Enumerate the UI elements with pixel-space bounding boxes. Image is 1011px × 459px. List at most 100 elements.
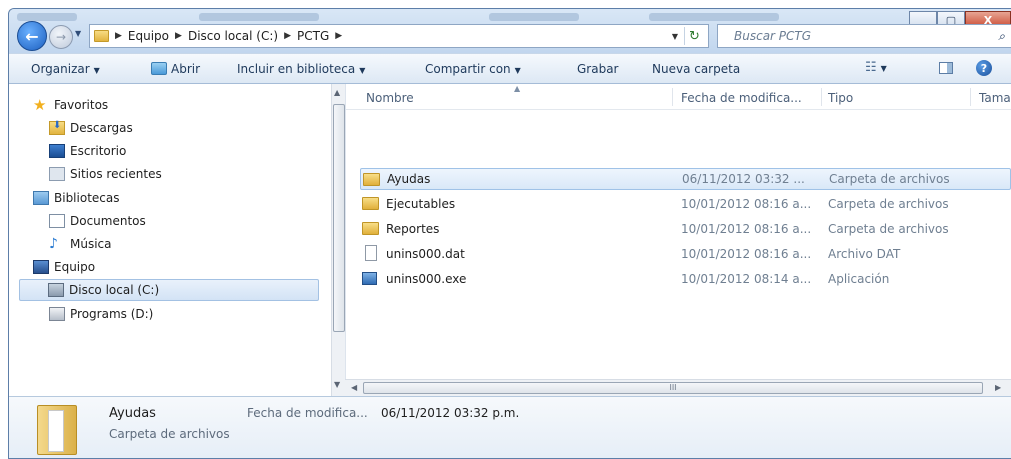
- preview-pane-button[interactable]: [939, 62, 953, 77]
- open-label: Abrir: [171, 62, 201, 76]
- application-icon: [362, 272, 377, 285]
- downloads-icon: [49, 120, 65, 135]
- share-with-button[interactable]: Compartir con ▼: [425, 62, 521, 76]
- folder-icon: [362, 222, 379, 235]
- chevron-right-icon[interactable]: ▶: [115, 31, 122, 41]
- nav-scroll-thumb[interactable]: [333, 104, 345, 332]
- sort-ascending-icon: ▲: [514, 84, 521, 93]
- nav-music[interactable]: ♪ Música: [49, 233, 112, 255]
- search-icon[interactable]: ⌕: [998, 29, 1005, 44]
- breadcrumb-pctg[interactable]: PCTG: [297, 29, 329, 43]
- chevron-right-icon[interactable]: ▶: [335, 31, 342, 41]
- navigation-pane: ★ Favoritos Descargas Escritorio Sitios r…: [9, 84, 331, 396]
- column-headers: ▲ Nombre Fecha de modifica... Tipo Tamañ: [346, 84, 1011, 110]
- column-divider[interactable]: [970, 88, 971, 106]
- details-pane: Ayudas Carpeta de archivos Fecha de modi…: [9, 396, 1011, 458]
- scroll-down-icon[interactable]: ▼: [334, 380, 340, 389]
- details-type: Carpeta de archivos: [109, 427, 230, 441]
- preview-pane-icon: [939, 62, 953, 74]
- nav-desktop[interactable]: Escritorio: [49, 140, 126, 162]
- views-icon: ☷: [865, 60, 877, 75]
- chevron-down-icon: ▼: [514, 66, 521, 75]
- file-date: 10/01/2012 08:16 a...: [681, 222, 812, 236]
- burn-button[interactable]: Grabar: [577, 62, 619, 76]
- computer-icon: [33, 260, 49, 274]
- nav-label: Documentos: [70, 214, 146, 228]
- nav-pane-scrollbar[interactable]: ▲ ▼: [331, 84, 345, 396]
- nav-downloads[interactable]: Descargas: [49, 117, 133, 139]
- explorer-window: ▁ ▢ X ← → ▼ ▶ Equipo ▶ Disco local (C:) …: [8, 8, 1011, 459]
- nav-label: Disco local (C:): [69, 283, 160, 297]
- include-library-button[interactable]: Incluir en biblioteca ▼: [237, 62, 365, 76]
- history-dropdown[interactable]: ▼: [75, 29, 81, 38]
- chevron-right-icon[interactable]: ▶: [284, 31, 291, 41]
- nav-label: Sitios recientes: [70, 167, 162, 181]
- folder-icon: [37, 405, 77, 455]
- views-button[interactable]: ☷ ▼: [865, 60, 887, 75]
- nav-label: Bibliotecas: [54, 191, 120, 205]
- nav-label: Programs (D:): [70, 307, 154, 321]
- file-type: Carpeta de archivos: [828, 222, 949, 236]
- search-input[interactable]: Buscar PCTG ⌕: [717, 24, 1011, 48]
- chevron-right-icon[interactable]: ▶: [175, 31, 182, 41]
- column-size[interactable]: Tamañ: [979, 91, 1011, 105]
- folder-icon: [363, 173, 380, 186]
- details-name: Ayudas: [109, 406, 156, 421]
- file-row[interactable]: unins000.dat 10/01/2012 08:16 a... Archivo…: [360, 243, 1011, 265]
- file-name: Reportes: [386, 222, 440, 236]
- nav-label: Equipo: [54, 260, 96, 274]
- help-button[interactable]: ?: [976, 60, 992, 76]
- file-type: Aplicación: [828, 272, 890, 286]
- new-folder-button[interactable]: Nueva carpeta: [652, 62, 740, 76]
- address-dropdown-icon[interactable]: ▼: [672, 32, 678, 41]
- column-date[interactable]: Fecha de modifica...: [681, 91, 802, 105]
- include-library-label: Incluir en biblioteca: [237, 62, 356, 76]
- back-button[interactable]: ←: [17, 21, 47, 51]
- refresh-icon[interactable]: ↻: [684, 27, 704, 45]
- column-divider[interactable]: [821, 88, 822, 106]
- file-type: Archivo DAT: [828, 247, 901, 261]
- column-name[interactable]: Nombre: [366, 91, 414, 105]
- file-row[interactable]: Reportes 10/01/2012 08:16 a... Carpeta de …: [360, 218, 1011, 240]
- horizontal-scrollbar[interactable]: ◀ III ▶: [345, 379, 1011, 396]
- drive-icon: [49, 307, 65, 321]
- scroll-left-icon[interactable]: ◀: [351, 383, 357, 392]
- file-row[interactable]: unins000.exe 10/01/2012 08:14 a... Aplicac…: [360, 268, 1011, 290]
- documents-icon: [49, 214, 65, 228]
- scroll-up-icon[interactable]: ▲: [334, 88, 340, 97]
- share-with-label: Compartir con: [425, 62, 511, 76]
- folder-icon: [362, 197, 379, 210]
- organize-label: Organizar: [31, 62, 90, 76]
- column-type[interactable]: Tipo: [828, 91, 853, 105]
- file-row[interactable]: Ayudas 06/11/2012 03:32 ... Carpeta de arc…: [360, 168, 1011, 190]
- recent-places-icon: [49, 167, 65, 181]
- open-button[interactable]: Abrir: [151, 62, 200, 76]
- file-name: unins000.exe: [386, 272, 467, 286]
- arrow-left-icon: ←: [25, 26, 39, 46]
- nav-local-disk[interactable]: Disco local (C:): [19, 279, 319, 301]
- breadcrumb-equipo[interactable]: Equipo: [128, 29, 169, 43]
- nav-favorites[interactable]: ★ Favoritos: [33, 94, 108, 116]
- nav-label: Música: [70, 237, 112, 251]
- scroll-right-icon[interactable]: ▶: [995, 383, 1001, 392]
- horizontal-scroll-thumb[interactable]: III: [363, 382, 983, 394]
- nav-programs-drive[interactable]: Programs (D:): [49, 303, 153, 325]
- forward-button[interactable]: →: [49, 25, 73, 49]
- breadcrumb-local-disk[interactable]: Disco local (C:): [188, 29, 278, 43]
- column-divider[interactable]: [672, 88, 673, 106]
- file-date: 10/01/2012 08:16 a...: [681, 197, 812, 211]
- file-row[interactable]: Ejecutables 10/01/2012 08:16 a... Carpeta …: [360, 193, 1011, 215]
- address-bar[interactable]: ▶ Equipo ▶ Disco local (C:) ▶ PCTG ▶ ▼ ↻: [89, 24, 709, 48]
- nav-label: Favoritos: [54, 98, 109, 112]
- nav-libraries[interactable]: Bibliotecas: [33, 187, 119, 209]
- details-date-label: Fecha de modifica...: [247, 406, 368, 420]
- music-note-icon: ♪: [49, 236, 58, 252]
- star-icon: ★: [33, 96, 47, 114]
- organize-button[interactable]: Organizar ▼: [31, 62, 100, 76]
- nav-computer[interactable]: Equipo: [33, 256, 95, 278]
- file-type: Carpeta de archivos: [828, 197, 949, 211]
- file-date: 10/01/2012 08:14 a...: [681, 272, 812, 286]
- nav-documents[interactable]: Documentos: [49, 210, 146, 232]
- help-icon: ?: [976, 60, 992, 76]
- nav-recent-places[interactable]: Sitios recientes: [49, 163, 162, 185]
